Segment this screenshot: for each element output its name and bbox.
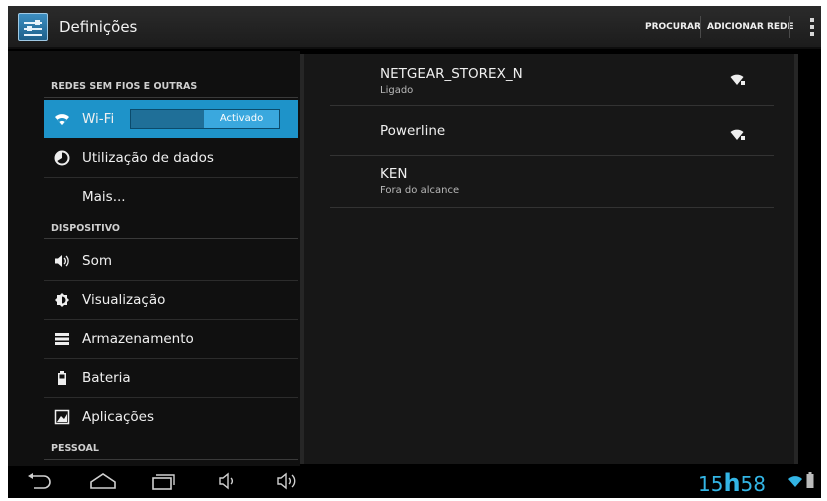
network-ssid: KEN	[380, 166, 408, 182]
category-device: DISPOSITIVO	[51, 223, 120, 234]
wifi-icon	[54, 111, 70, 127]
add-network-button[interactable]: ADICIONAR REDE	[707, 22, 794, 32]
wifi-toggle[interactable]: Activado	[130, 109, 280, 129]
home-icon[interactable]	[88, 472, 118, 494]
sidebar-item-label: Mais...	[82, 189, 126, 205]
status-clock: 15h58	[698, 469, 766, 497]
wifi-network-list: NETGEAR_STOREX_N Ligado Powerline KEN Fo…	[300, 54, 798, 464]
display-icon	[54, 292, 70, 308]
network-ssid: Powerline	[380, 123, 446, 139]
toggle-state: Activado	[204, 110, 279, 128]
back-icon[interactable]	[26, 472, 52, 494]
network-item[interactable]: NETGEAR_STOREX_N Ligado	[330, 54, 774, 105]
network-status: Fora do alcance	[380, 185, 460, 196]
divider	[44, 238, 298, 239]
sidebar-item-label: Utilização de dados	[82, 150, 214, 166]
network-item[interactable]: Powerline	[330, 106, 774, 155]
sidebar-item-data-usage[interactable]: Utilização de dados	[44, 139, 298, 177]
sidebar-item-label: Bateria	[82, 370, 131, 386]
sidebar-item-label: Som	[82, 253, 112, 269]
wifi-locked-icon	[730, 71, 746, 85]
overflow-menu-icon[interactable]	[808, 18, 816, 40]
network-ssid: NETGEAR_STOREX_N	[380, 66, 523, 82]
divider	[44, 459, 298, 460]
system-navigation-bar: 15h58	[8, 466, 821, 498]
sidebar-item-battery[interactable]: Bateria	[44, 359, 298, 397]
sidebar-item-label: Visualização	[82, 292, 166, 308]
sidebar-item-sound[interactable]: Som	[44, 242, 298, 280]
category-wireless: REDES SEM FIOS E OUTRAS	[51, 81, 198, 92]
wifi-locked-icon	[730, 126, 746, 140]
settings-sidebar: REDES SEM FIOS E OUTRAS Wi-Fi Activado U…	[8, 51, 300, 466]
volume-down-icon[interactable]	[218, 472, 238, 494]
sidebar-item-label: Armazenamento	[82, 331, 194, 347]
divider	[700, 16, 701, 38]
recent-apps-icon[interactable]	[150, 472, 176, 494]
action-bar: Definições PROCURAR ADICIONAR REDE	[8, 6, 821, 49]
apps-icon	[54, 409, 70, 425]
search-button[interactable]: PROCURAR	[645, 22, 701, 32]
divider	[44, 97, 298, 98]
category-personal: PESSOAL	[51, 443, 99, 454]
network-item[interactable]: KEN Fora do alcance	[330, 156, 774, 207]
data-usage-icon	[54, 150, 70, 166]
sidebar-item-more[interactable]: Mais...	[44, 178, 298, 216]
sidebar-item-label: Aplicações	[82, 409, 155, 425]
speaker-icon	[54, 253, 70, 269]
battery-status-icon	[806, 472, 814, 492]
sidebar-item-label: Wi-Fi	[82, 111, 115, 127]
sidebar-item-storage[interactable]: Armazenamento	[44, 320, 298, 358]
settings-app-icon[interactable]	[18, 13, 48, 41]
sidebar-item-wifi[interactable]: Wi-Fi Activado	[44, 100, 298, 138]
storage-icon	[54, 331, 70, 347]
wifi-signal-icon	[787, 473, 803, 492]
volume-up-icon[interactable]	[276, 472, 300, 494]
battery-icon	[54, 370, 70, 386]
sidebar-item-display[interactable]: Visualização	[44, 281, 298, 319]
tablet-screen: Definições PROCURAR ADICIONAR REDE REDES…	[8, 6, 821, 498]
network-status: Ligado	[380, 85, 414, 96]
sidebar-item-apps[interactable]: Aplicações	[44, 398, 298, 436]
divider	[789, 16, 790, 38]
page-title: Definições	[59, 18, 138, 36]
